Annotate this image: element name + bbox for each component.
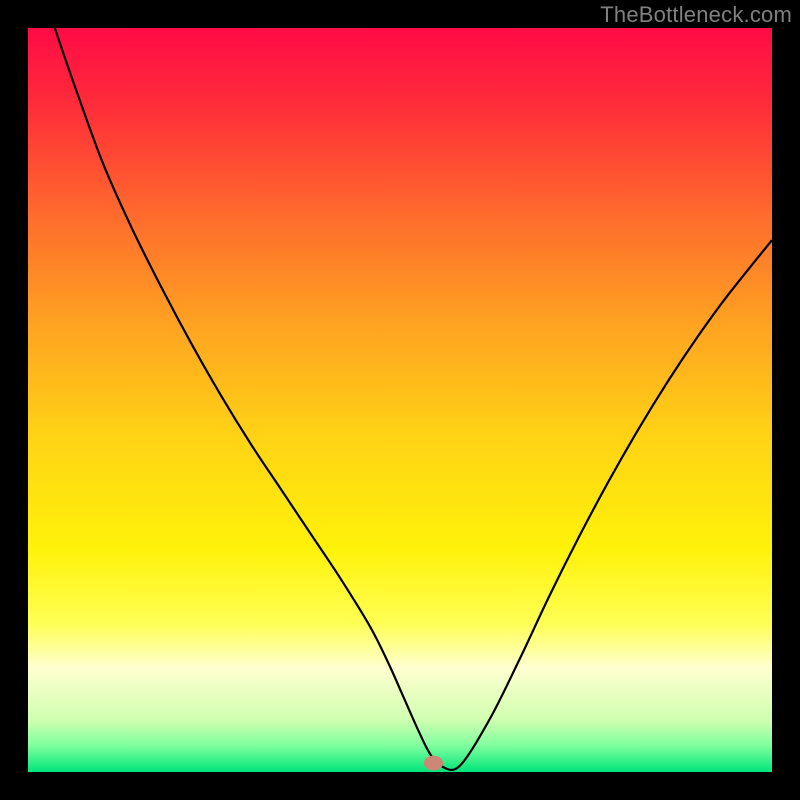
optimal-point-marker [424,756,443,771]
plot-background [28,28,772,772]
watermark-text: TheBottleneck.com [600,2,792,28]
chart-frame: TheBottleneck.com [0,0,800,800]
bottleneck-chart [0,0,800,800]
